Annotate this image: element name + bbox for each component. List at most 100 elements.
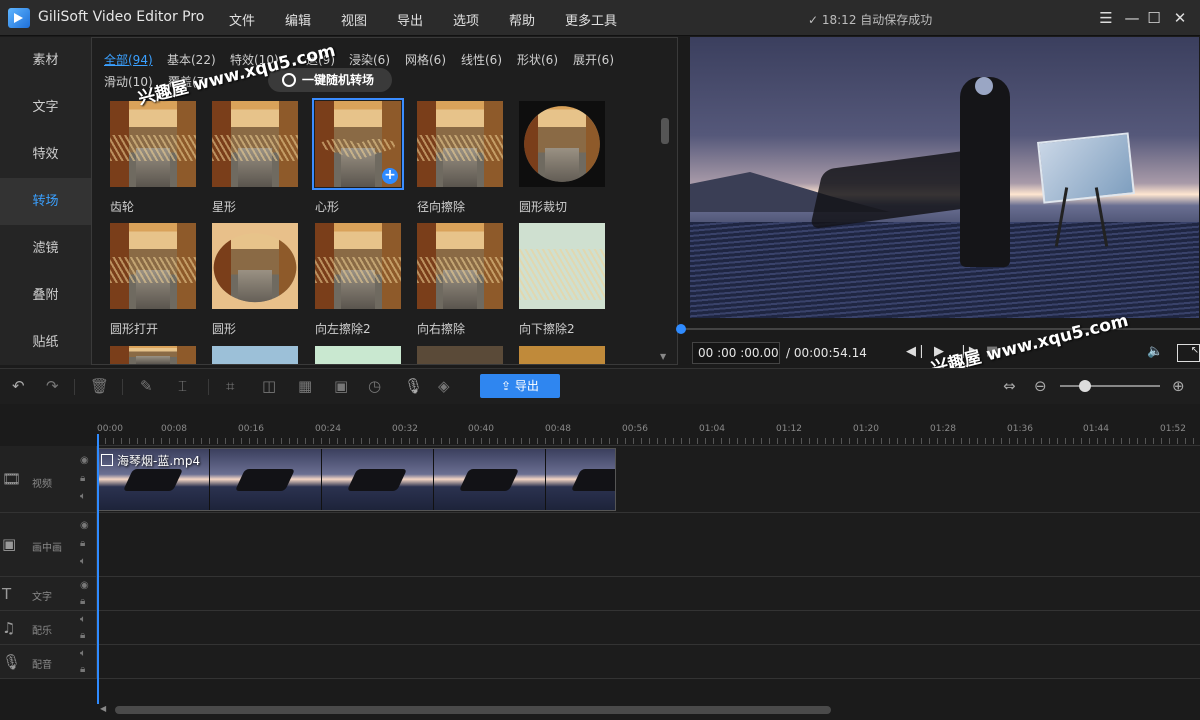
transition-thumb-gear[interactable] (110, 101, 196, 187)
zoom-out-icon[interactable]: ⊖ (1034, 377, 1047, 395)
duration-icon[interactable]: ◷ (368, 377, 381, 395)
menu-view[interactable]: 视图 (341, 10, 367, 29)
playhead[interactable] (97, 434, 99, 704)
track-text: T 文字 ◉ 🔒︎ (0, 577, 1200, 611)
sidebar-item-media[interactable]: 素材 (0, 37, 91, 84)
maximize-icon[interactable]: ☐ (1144, 8, 1164, 28)
category-all[interactable]: 全部(94) (104, 51, 153, 68)
sidebar-item-effects[interactable]: 特效 (0, 131, 91, 178)
export-button[interactable]: ⇪ 导出 (480, 374, 560, 398)
ruler-tick: 00:08 (161, 424, 187, 434)
zoom-in-icon[interactable]: ⊕ (1172, 377, 1185, 395)
sidebar-item-stickers[interactable]: 贴纸 (0, 319, 91, 366)
track-label: 文字 (32, 592, 52, 603)
sidebar-item-text[interactable]: 文字 (0, 84, 91, 131)
playback-handle[interactable] (676, 324, 686, 334)
transition-thumb-circle-open[interactable] (110, 223, 196, 309)
keyframe-icon[interactable]: ◈ (438, 377, 450, 395)
menu-more-tools[interactable]: 更多工具 (565, 10, 617, 29)
menu-options[interactable]: 选项 (453, 10, 479, 29)
transition-thumb[interactable] (315, 346, 401, 364)
current-time-field[interactable]: 00 :00 :00.00 (692, 342, 780, 364)
lock-icon[interactable]: 🔒︎ (80, 597, 85, 607)
total-duration: / 00:00:54.14 (786, 346, 867, 360)
sidebar-item-overlay[interactable]: 叠附 (0, 272, 91, 319)
lock-icon[interactable]: 🔒︎ (80, 631, 85, 641)
menu-edit[interactable]: 编辑 (285, 10, 311, 29)
crop-icon[interactable]: ⌗ (226, 377, 234, 395)
category-dissolve[interactable]: 浸染(6) (349, 51, 390, 68)
settings-menu-icon[interactable]: ☰ (1096, 8, 1116, 28)
transition-label: 向右擦除 (417, 322, 466, 336)
transition-thumb-wipe-down-2[interactable] (519, 223, 605, 309)
eye-icon[interactable]: ◉ (80, 521, 89, 531)
speaker-icon[interactable]: 🔈︎ (80, 557, 86, 567)
ruler-tick: 00:32 (392, 424, 418, 434)
transition-thumb-wipe-right[interactable] (417, 223, 503, 309)
scroll-down-icon[interactable]: ▼ (660, 352, 666, 361)
transition-thumb[interactable] (212, 346, 298, 364)
track-music: ♫ 配乐 🔈︎ 🔒︎ (0, 611, 1200, 645)
ruler-tick: 00:24 (315, 424, 341, 434)
menu-export[interactable]: 导出 (397, 10, 423, 29)
menu-file[interactable]: 文件 (229, 10, 255, 29)
transition-thumb-radial-wipe[interactable] (417, 101, 503, 187)
edit-icon[interactable]: ✎ (140, 377, 153, 395)
transition-thumb[interactable] (110, 346, 196, 364)
lock-icon[interactable]: 🔒︎ (80, 539, 85, 549)
mosaic-icon[interactable]: ▦ (298, 377, 312, 395)
redo-icon[interactable]: ↷ (46, 377, 59, 395)
menu-help[interactable]: 帮助 (509, 10, 535, 29)
lock-icon[interactable]: 🔒︎ (80, 665, 85, 675)
transition-label: 径向擦除 (417, 200, 466, 214)
autosave-status: ✓ 18:12 自动保存成功 (808, 13, 933, 27)
video-preview[interactable] (690, 37, 1199, 318)
speaker-icon[interactable]: 🔈︎ (80, 649, 86, 659)
category-shape[interactable]: 形状(6) (517, 51, 558, 68)
sidebar-item-transitions[interactable]: 转场 (0, 178, 91, 225)
fullscreen-icon[interactable]: ↖ (1177, 344, 1200, 362)
transition-label: 圆形打开 (110, 322, 159, 336)
title-bar: GiliSoft Video Editor Pro 文件 编辑 视图 导出 选项… (0, 0, 1200, 36)
delete-icon[interactable]: 🗑 (90, 377, 109, 395)
microphone-icon[interactable]: 🎙 (404, 377, 423, 395)
timeline-scrollbar[interactable] (115, 706, 831, 714)
track-label: 画中画 (32, 543, 62, 554)
transition-label: 圆形 (212, 322, 237, 336)
speaker-icon[interactable]: 🔈︎ (80, 492, 86, 502)
minimize-icon[interactable]: — (1122, 8, 1142, 28)
transition-thumb-star[interactable] (212, 101, 298, 187)
eye-icon[interactable]: ◉ (80, 456, 89, 466)
transition-thumb-wipe-left-2[interactable] (315, 223, 401, 309)
undo-icon[interactable]: ↶ (12, 377, 25, 395)
category-expand[interactable]: 展开(6) (573, 51, 614, 68)
panel-scrollbar[interactable] (661, 118, 669, 144)
category-linear[interactable]: 线性(6) (461, 51, 502, 68)
eye-icon[interactable]: ◉ (80, 581, 89, 591)
lock-icon[interactable]: 🔒︎ (80, 474, 85, 484)
volume-icon[interactable]: 🔈 (1147, 344, 1163, 359)
transition-thumb[interactable] (417, 346, 503, 364)
transition-thumb-circle-crop[interactable] (519, 101, 605, 187)
speed-icon[interactable]: ◫ (262, 377, 276, 395)
track-voiceover: 🎙 配音 🔈︎ 🔒︎ (0, 645, 1200, 679)
speaker-icon[interactable]: 🔈︎ (80, 615, 86, 625)
random-icon (282, 73, 296, 87)
transition-thumb[interactable] (519, 346, 605, 364)
scroll-left-icon[interactable]: ◀ (100, 704, 106, 713)
microphone-icon: 🎙 (2, 653, 22, 671)
prev-frame-icon[interactable]: ◀❘ (906, 344, 927, 359)
freeze-icon[interactable]: ▣ (334, 377, 348, 395)
category-grid[interactable]: 网格(6) (405, 51, 446, 68)
close-icon[interactable]: ✕ (1170, 8, 1190, 28)
zoom-slider-handle[interactable] (1079, 380, 1091, 392)
transition-thumb-circle[interactable] (212, 223, 298, 309)
split-icon[interactable]: ⌶ (178, 377, 187, 395)
zoom-slider[interactable] (1060, 385, 1160, 387)
sidebar-item-filters[interactable]: 滤镜 (0, 225, 91, 272)
app-title: GiliSoft Video Editor Pro (38, 9, 205, 25)
random-transition-label: 一键随机转场 (302, 73, 375, 87)
fit-timeline-icon[interactable]: ⇔ (1003, 377, 1016, 395)
transition-thumb-heart[interactable]: + (312, 98, 404, 190)
add-icon[interactable]: + (382, 168, 398, 184)
